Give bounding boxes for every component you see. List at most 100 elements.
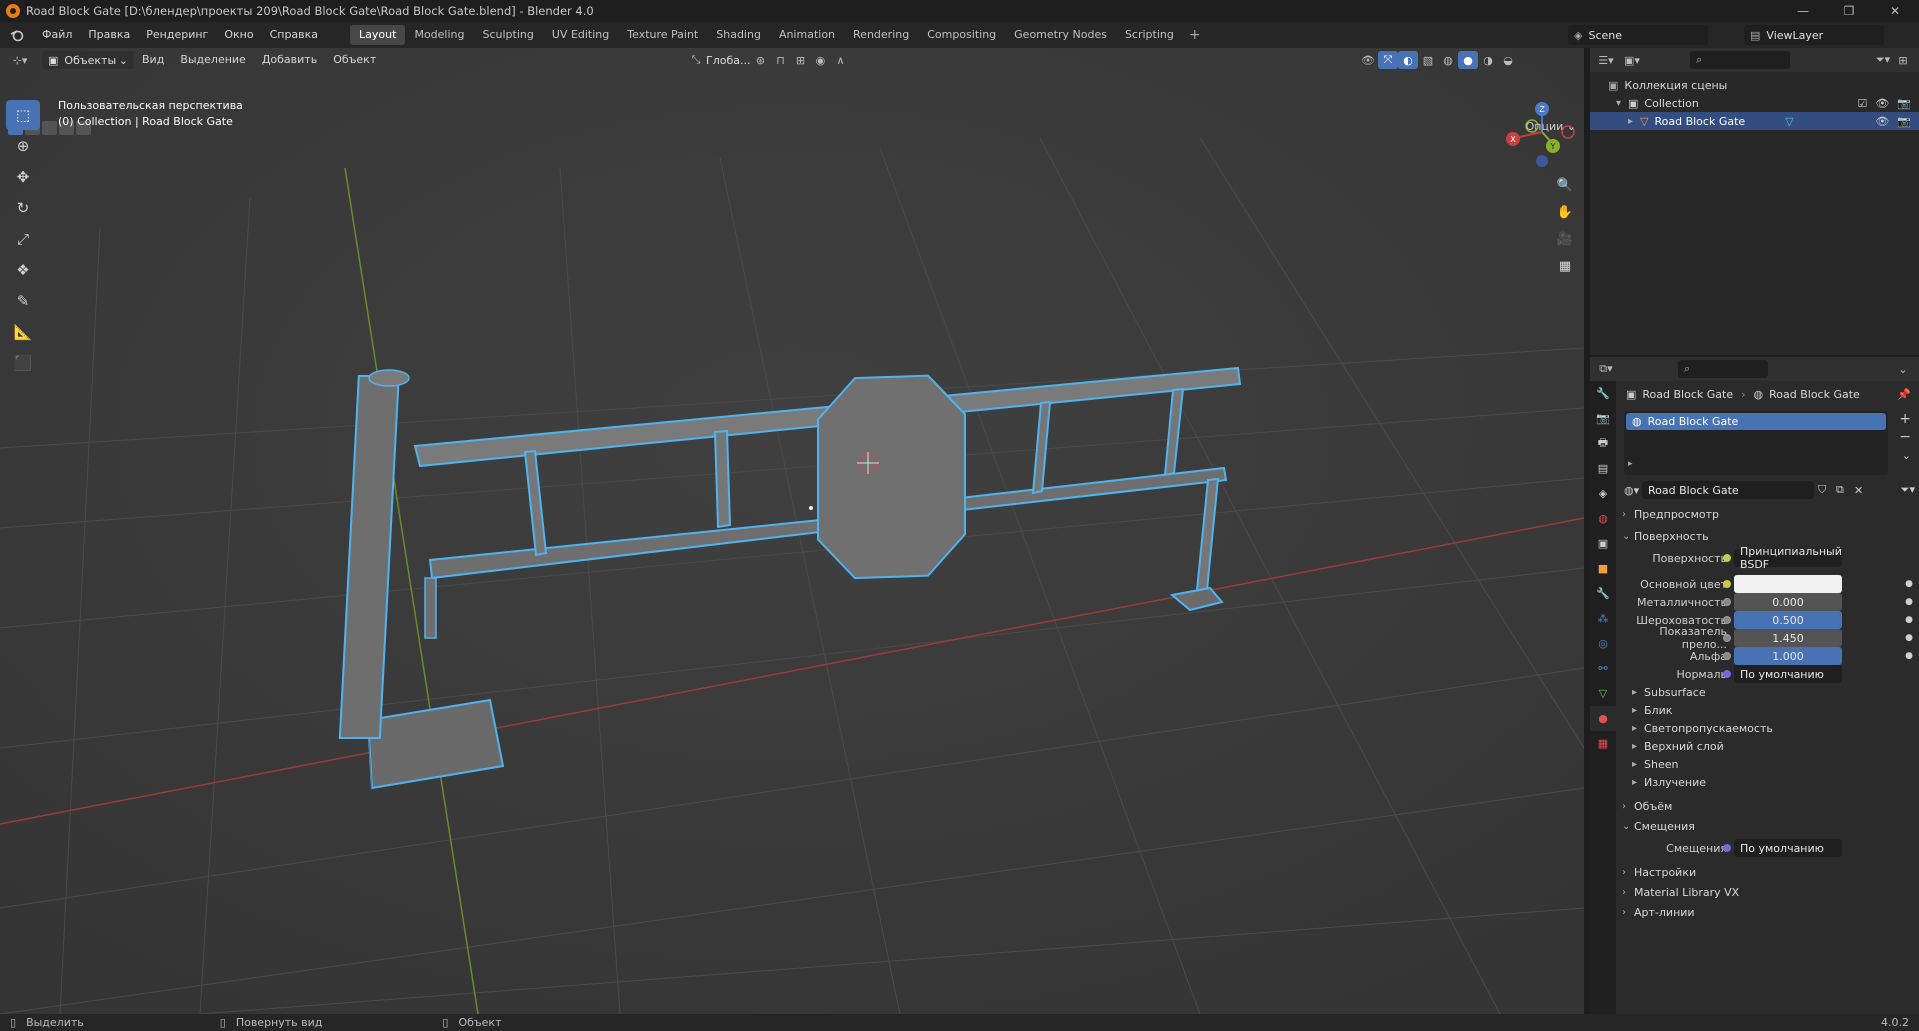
world-tab-icon[interactable]: ◍: [1590, 506, 1616, 531]
unlink-close-icon[interactable]: ✕: [1854, 484, 1863, 497]
cursor-tool-icon[interactable]: ⊕: [6, 131, 40, 161]
material-shading-icon[interactable]: ◑: [1478, 51, 1498, 69]
rotate-tool-icon[interactable]: ↻: [6, 193, 40, 223]
snap-target-icon[interactable]: ⊞: [790, 51, 810, 69]
viewport-menu-select[interactable]: Выделение: [172, 50, 254, 70]
tool-tab-icon[interactable]: 🔧: [1590, 381, 1616, 406]
snap-icon[interactable]: ⊓: [770, 51, 790, 69]
keyframe-dot-icon[interactable]: ●: [1905, 633, 1913, 643]
tab-modeling[interactable]: Modeling: [405, 25, 473, 45]
outliner-collection[interactable]: ▾ ▣ Collection ☑ 👁 📷: [1590, 94, 1919, 112]
ortho-toggle-icon[interactable]: ▦: [1552, 253, 1578, 279]
select-subtract-icon[interactable]: [42, 121, 57, 135]
viewport-menu-view[interactable]: Вид: [134, 50, 172, 70]
chevron-right-icon[interactable]: ▸: [1628, 459, 1633, 469]
tab-shading[interactable]: Shading: [707, 25, 770, 45]
section-settings[interactable]: › Настройки: [1622, 861, 1919, 883]
select-box-tool-icon[interactable]: ⬚: [6, 100, 40, 130]
tab-sculpting[interactable]: Sculpting: [474, 25, 543, 45]
options-dropdown[interactable]: Опции ⌄: [1526, 120, 1576, 133]
add-cube-tool-icon[interactable]: ⬛: [6, 348, 40, 378]
zoom-icon[interactable]: 🔍: [1552, 172, 1578, 198]
filter-icon[interactable]: ⏷▾: [1873, 51, 1893, 69]
viewport-menu-add[interactable]: Добавить: [254, 50, 325, 70]
particles-tab-icon[interactable]: ⁂: [1590, 606, 1616, 631]
material-slot-item[interactable]: ◍ Road Block Gate: [1626, 413, 1886, 430]
chevron-down-icon[interactable]: ⌄: [1893, 360, 1913, 378]
material-name-input[interactable]: Road Block Gate: [1642, 481, 1814, 499]
tab-compositing[interactable]: Compositing: [918, 25, 1005, 45]
section-line-art[interactable]: › Арт-линии: [1622, 901, 1919, 923]
menu-help[interactable]: Справка: [262, 25, 326, 45]
add-slot-button[interactable]: +: [1899, 411, 1911, 427]
material-tab-icon[interactable]: ●: [1590, 706, 1616, 731]
outliner-editor-icon[interactable]: ☰▾: [1596, 51, 1616, 69]
collection-tab-icon[interactable]: ▣: [1590, 531, 1616, 556]
rendered-shading-icon[interactable]: ◒: [1498, 51, 1518, 69]
constraints-tab-icon[interactable]: ⚯: [1590, 656, 1616, 681]
eye-icon[interactable]: 👁: [1875, 115, 1889, 128]
maximize-button[interactable]: ❐: [1826, 0, 1872, 22]
filter-icon[interactable]: ⏷▾: [1901, 483, 1915, 497]
menu-file[interactable]: Файл: [34, 25, 80, 45]
keyframe-dot-icon[interactable]: ●: [1905, 651, 1913, 661]
add-workspace-button[interactable]: +: [1183, 27, 1207, 43]
tab-layout[interactable]: Layout: [350, 25, 406, 45]
properties-editor-icon[interactable]: ⧉▾: [1596, 360, 1616, 378]
move-tool-icon[interactable]: ✥: [6, 162, 40, 192]
blender-menu-icon[interactable]: [6, 26, 28, 44]
displacement-input[interactable]: По умолчанию: [1734, 839, 1842, 857]
slot-menu-chevron-icon[interactable]: ⌄: [1902, 449, 1911, 462]
duplicate-icon[interactable]: ⧉: [1836, 483, 1844, 497]
object-tab-icon[interactable]: ■: [1590, 556, 1616, 581]
section-volume[interactable]: › Объём: [1622, 795, 1919, 817]
proportional-edit-icon[interactable]: ◉: [810, 51, 830, 69]
xray-icon[interactable]: ▧: [1418, 51, 1438, 69]
keyframe-dot-icon[interactable]: ●: [1905, 579, 1913, 589]
camera-view-icon[interactable]: 🎥: [1552, 226, 1578, 252]
checkbox-icon[interactable]: ☑: [1857, 97, 1867, 110]
new-collection-icon[interactable]: ⊞: [1893, 51, 1913, 69]
outliner-scene-collection[interactable]: ▣ Коллекция сцены: [1590, 76, 1919, 94]
close-button[interactable]: ✕: [1872, 0, 1918, 22]
viewport-menu-object[interactable]: Объект: [325, 50, 384, 70]
overlay-toggle-icon[interactable]: ◐: [1398, 51, 1418, 69]
chevron-down-icon[interactable]: ▾: [1616, 98, 1628, 109]
chevron-right-icon[interactable]: ▸: [1628, 116, 1640, 127]
visibility-icon[interactable]: 👁: [1358, 51, 1378, 69]
solid-shading-icon[interactable]: ●: [1458, 51, 1478, 69]
scene-tab-icon[interactable]: ◈: [1590, 481, 1616, 506]
scale-tool-icon[interactable]: ⤢: [6, 224, 40, 254]
pan-hand-icon[interactable]: ✋: [1552, 199, 1578, 225]
viewlayer-selector[interactable]: ▤ ViewLayer: [1744, 25, 1884, 45]
modifier-tab-icon[interactable]: 🔧: [1590, 581, 1616, 606]
material-browse-icon[interactable]: ◍▾: [1624, 484, 1639, 497]
camera-icon[interactable]: 📷: [1897, 115, 1911, 128]
section-preview[interactable]: › Предпросмотр: [1622, 503, 1919, 525]
tab-texture-paint[interactable]: Texture Paint: [618, 25, 707, 45]
view-layer-tab-icon[interactable]: ▤: [1590, 456, 1616, 481]
menu-render[interactable]: Рендеринг: [138, 25, 216, 45]
measure-tool-icon[interactable]: 📐: [6, 317, 40, 347]
tab-scripting[interactable]: Scripting: [1116, 25, 1183, 45]
annotate-tool-icon[interactable]: ✎: [6, 286, 40, 316]
camera-icon[interactable]: 📷: [1897, 97, 1911, 110]
menu-edit[interactable]: Правка: [80, 25, 138, 45]
properties-search-input[interactable]: ⌕: [1678, 360, 1768, 378]
transform-orientation-dropdown[interactable]: Глоба...: [706, 54, 750, 67]
fake-user-shield-icon[interactable]: ⛉: [1818, 483, 1826, 497]
subpanel-emission[interactable]: ▸ Излучение: [1622, 771, 1919, 793]
texture-tab-icon[interactable]: ▦: [1590, 731, 1616, 756]
pin-icon[interactable]: 📌: [1897, 388, 1911, 401]
eye-icon[interactable]: 👁: [1875, 97, 1889, 110]
surface-shader-dropdown[interactable]: Принципиальный BSDF: [1734, 545, 1842, 571]
pivot-icon[interactable]: ⊛: [750, 51, 770, 69]
data-tab-icon[interactable]: ▽: [1590, 681, 1616, 706]
3d-viewport[interactable]: Z Y X ⊹▾ ▣ Объекты ⌄ Вид Выделение Добав…: [0, 48, 1584, 1014]
editor-type-icon[interactable]: ⊹▾: [10, 51, 30, 69]
remove-slot-button[interactable]: −: [1899, 429, 1911, 445]
menu-window[interactable]: Окно: [216, 25, 261, 45]
render-tab-icon[interactable]: 📷: [1590, 406, 1616, 431]
falloff-icon[interactable]: ∧: [830, 51, 850, 69]
physics-tab-icon[interactable]: ◎: [1590, 631, 1616, 656]
